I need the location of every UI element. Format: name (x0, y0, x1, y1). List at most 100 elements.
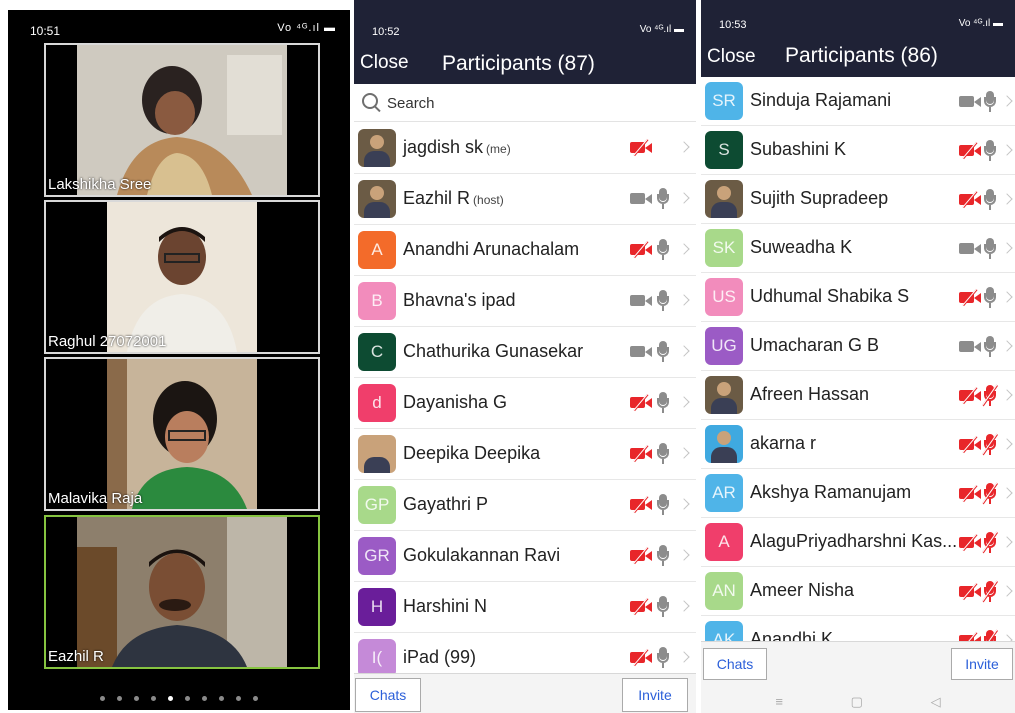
chevron-right-icon (1001, 536, 1013, 548)
video-off-icon (630, 444, 654, 463)
page-dot[interactable] (117, 696, 122, 701)
chats-button[interactable]: Chats (703, 648, 767, 680)
chevron-right-icon (678, 651, 690, 663)
participant-row[interactable]: SK Suweadha K (701, 224, 1015, 273)
status-icons: Vo ⁴ᴳ.ıl ▬ (277, 22, 336, 34)
video-on-icon (630, 343, 654, 359)
participants-title: Participants (87) (442, 52, 595, 75)
close-button[interactable]: Close (360, 52, 409, 74)
participant-name-text: Subashini K (750, 139, 847, 159)
chats-button[interactable]: Chats (355, 678, 421, 712)
page-dot[interactable] (185, 696, 190, 701)
avatar: AR (705, 474, 743, 512)
avatar: SR (705, 82, 743, 120)
bottom-bar: Chats Invite ≡ ▢ ◁ (701, 641, 1015, 713)
video-tile-active-speaker[interactable]: Eazhil R (44, 515, 320, 669)
participant-row[interactable]: AR Akshya Ramanujam (701, 469, 1015, 518)
mic-icon (656, 494, 670, 516)
participant-row[interactable]: AN Ameer Nisha (701, 567, 1015, 616)
video-off-icon (959, 533, 983, 552)
participant-row[interactable]: A Anandhi Arunachalam (354, 225, 696, 276)
page-dot[interactable] (168, 696, 173, 701)
mic-icon (656, 545, 670, 567)
video-feed-eazhil (77, 517, 287, 667)
video-tile[interactable]: Malavika Raja (44, 357, 320, 511)
chevron-right-icon (678, 141, 690, 153)
mic-muted-icon (982, 531, 998, 554)
participant-name: Gayathri P (403, 494, 488, 515)
avatar: B (358, 282, 396, 320)
top-bar: 10:53 Vo ⁴ᴳ.ıl ▬ Close Participants (86) (701, 0, 1015, 77)
page-dot[interactable] (236, 696, 241, 701)
mic-icon (983, 91, 997, 113)
participant-row[interactable]: Eazhil R (host) (354, 174, 696, 225)
participant-name-text: jagdish sk (403, 137, 484, 157)
participant-row[interactable]: UG Umacharan G B (701, 322, 1015, 371)
participant-row[interactable]: A AlaguPriyadharshni Kas... (701, 518, 1015, 567)
video-tile[interactable]: Lakshikha Sree (44, 43, 320, 197)
participant-name-text: Suweadha K (750, 237, 853, 257)
participant-name: iPad (99) (403, 647, 476, 668)
video-feed-raghul (107, 202, 257, 352)
chevron-right-icon (678, 243, 690, 255)
page-indicator[interactable] (8, 688, 350, 706)
video-off-icon (959, 484, 983, 503)
recents-nav-button[interactable]: ≡ (775, 694, 783, 709)
close-button[interactable]: Close (707, 46, 756, 68)
chevron-right-icon (678, 345, 690, 357)
mic-icon (983, 189, 997, 211)
mic-icon (656, 647, 670, 669)
chevron-right-icon (1001, 242, 1013, 254)
participant-row[interactable]: d Dayanisha G (354, 378, 696, 429)
invite-button[interactable]: Invite (951, 648, 1013, 680)
participant-name-text: Afreen Hassan (750, 384, 870, 404)
page-dot[interactable] (219, 696, 224, 701)
avatar: US (705, 278, 743, 316)
mic-icon (983, 140, 997, 162)
page-dot[interactable] (202, 696, 207, 701)
chevron-right-icon (678, 396, 690, 408)
participant-row[interactable]: Afreen Hassan (701, 371, 1015, 420)
search-bar[interactable]: Search (354, 84, 696, 122)
mic-icon (983, 287, 997, 309)
avatar: SK (705, 229, 743, 267)
participant-row[interactable]: Deepika Deepika (354, 429, 696, 480)
invite-button[interactable]: Invite (622, 678, 688, 712)
participant-row[interactable]: akarna r (701, 420, 1015, 469)
participant-row[interactable]: Sujith Supradeep (701, 175, 1015, 224)
video-on-icon (959, 93, 983, 109)
participant-row[interactable]: H Harshini N (354, 582, 696, 633)
participant-row[interactable]: US Udhumal Shabika S (701, 273, 1015, 322)
participant-name: Eazhil R (host) (403, 188, 504, 209)
chevron-right-icon (1001, 487, 1013, 499)
participant-row[interactable]: SR Sinduja Rajamani (701, 77, 1015, 126)
page-dot[interactable] (253, 696, 258, 701)
page-dot[interactable] (151, 696, 156, 701)
video-on-icon (959, 240, 983, 256)
participant-row[interactable]: C Chathurika Gunasekar (354, 327, 696, 378)
chevron-right-icon (1001, 144, 1013, 156)
participant-name: Afreen Hassan (750, 384, 869, 405)
chevron-right-icon (678, 447, 690, 459)
status-icons: Vo ⁴ᴳ.ıl ▬ (958, 18, 1003, 29)
participant-list: SR Sinduja Rajamani S Subashini K Sujith Sup… (701, 77, 1015, 665)
page-dot[interactable] (134, 696, 139, 701)
page-dot[interactable] (100, 696, 105, 701)
participant-row[interactable]: B Bhavna's ipad (354, 276, 696, 327)
participant-row[interactable]: jagdish sk (me) (354, 123, 696, 174)
participant-name-text: Anandhi Arunachalam (403, 239, 580, 259)
video-tile[interactable]: Raghul 27072001 (44, 200, 320, 354)
participant-row[interactable]: S Subashini K (701, 126, 1015, 175)
chevron-right-icon (1001, 438, 1013, 450)
avatar-photo (358, 435, 396, 473)
participant-row[interactable]: GR Gokulakannan Ravi (354, 531, 696, 582)
home-nav-button[interactable]: ▢ (851, 694, 863, 710)
video-feed-malavika (107, 359, 257, 509)
video-off-icon (630, 138, 654, 157)
back-nav-button[interactable]: ◁ (931, 694, 941, 710)
participant-row[interactable]: GP Gayathri P (354, 480, 696, 531)
participant-name-text: Bhavna's ipad (403, 290, 516, 310)
participant-name: Ameer Nisha (750, 580, 854, 601)
participant-name-text: Akshya Ramanujam (750, 482, 912, 502)
avatar: GR (358, 537, 396, 575)
